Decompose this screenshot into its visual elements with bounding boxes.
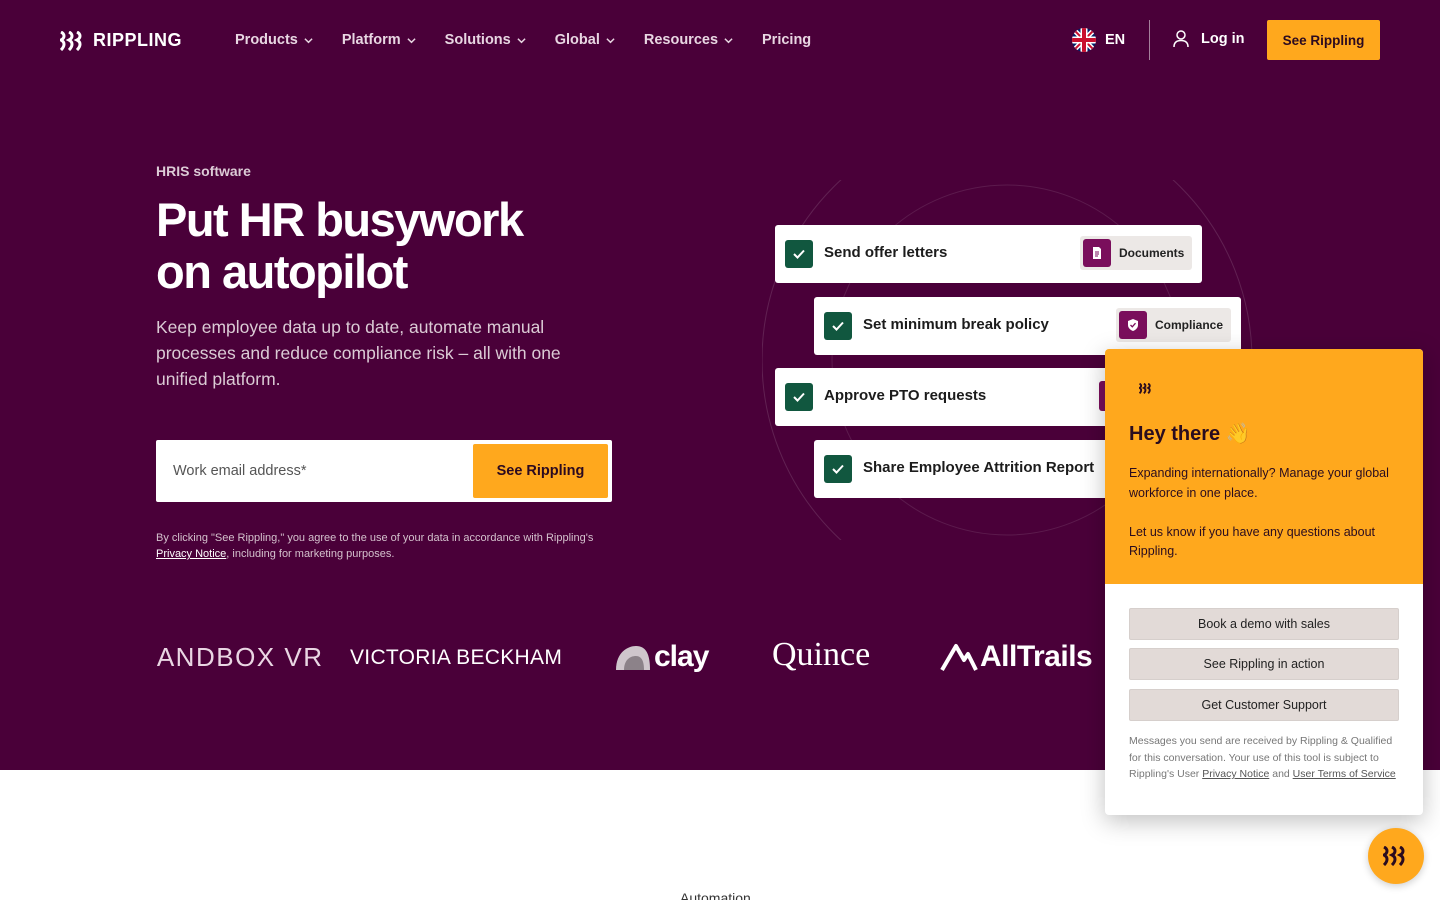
see-rippling-nav-button[interactable]: See Rippling bbox=[1267, 20, 1380, 60]
rippling-mark-icon bbox=[60, 30, 82, 51]
alltrails-wordmark: AllTrails bbox=[980, 640, 1093, 673]
hero-headline: Put HR busywork on autopilot bbox=[156, 194, 616, 298]
chat-terms-link[interactable]: User Terms of Service bbox=[1293, 768, 1396, 780]
check-icon bbox=[785, 240, 813, 268]
logo-alltrails: AllTrails bbox=[940, 640, 1093, 674]
rippling-mark-icon bbox=[1139, 383, 1151, 394]
see-rippling-in-action-button[interactable]: See Rippling in action bbox=[1129, 648, 1399, 680]
book-demo-button[interactable]: Book a demo with sales bbox=[1129, 608, 1399, 640]
tag-compliance: Compliance bbox=[1116, 308, 1232, 342]
customer-logos: SANDBOX VR VICTORIA BECKHAM clay Quince … bbox=[156, 630, 1116, 690]
legal-disclaimer: By clicking "See Rippling," you agree to… bbox=[156, 530, 596, 562]
chevron-down-icon bbox=[407, 37, 416, 43]
see-rippling-form-button[interactable]: See Rippling bbox=[473, 444, 608, 498]
tag-label: Compliance bbox=[1155, 318, 1224, 332]
chevron-down-icon bbox=[606, 37, 615, 43]
main-nav: Products Platform Solutions Global Resou… bbox=[235, 30, 811, 50]
nav-item-pricing[interactable]: Pricing bbox=[762, 32, 811, 48]
task-label: Send offer letters bbox=[824, 244, 948, 261]
clay-wordmark: clay bbox=[654, 640, 709, 673]
nav-item-label: Resources bbox=[643, 32, 719, 48]
alltrails-mark-icon bbox=[940, 644, 978, 672]
headline-line-2: on autopilot bbox=[156, 245, 408, 298]
chevron-down-icon bbox=[724, 37, 733, 43]
nav-item-solutions[interactable]: Solutions bbox=[445, 32, 526, 48]
chat-header: Hey there 👋 Expanding internationally? M… bbox=[1105, 349, 1423, 584]
language-selector[interactable]: EN bbox=[1072, 28, 1125, 52]
clay-mark-icon bbox=[616, 646, 650, 670]
chevron-down-icon bbox=[517, 37, 526, 43]
task-label: Approve PTO requests bbox=[824, 387, 987, 404]
uk-flag-icon bbox=[1072, 28, 1096, 52]
nav-item-products[interactable]: Products bbox=[235, 32, 313, 48]
chat-footer-and: and bbox=[1269, 768, 1293, 780]
task-card-break-policy: Set minimum break policy Compliance bbox=[814, 297, 1241, 355]
nav-item-global[interactable]: Global bbox=[555, 32, 615, 48]
next-section-label: Automation bbox=[680, 890, 751, 900]
task-label: Set minimum break policy bbox=[863, 316, 1049, 333]
check-icon bbox=[824, 312, 852, 340]
tag-label: Documents bbox=[1119, 246, 1185, 260]
headline-line-1: Put HR busywork bbox=[156, 193, 524, 246]
check-icon bbox=[824, 455, 852, 483]
rippling-logo[interactable]: RIPPLING bbox=[60, 30, 182, 51]
logo-quince: Quince bbox=[772, 636, 871, 673]
hero-subhead: Keep employee data up to date, automate … bbox=[156, 317, 561, 389]
nav-item-label: Global bbox=[554, 32, 600, 48]
logo-text: RIPPLING bbox=[93, 30, 183, 50]
chat-message-2: Let us know if you have any questions ab… bbox=[1129, 524, 1375, 559]
chevron-down-icon bbox=[304, 37, 313, 43]
nav-item-label: Platform bbox=[341, 32, 401, 48]
privacy-notice-link[interactable]: Privacy Notice bbox=[156, 548, 226, 560]
tag-documents: Documents bbox=[1080, 236, 1193, 270]
chat-widget: Hey there 👋 Expanding internationally? M… bbox=[1105, 349, 1423, 815]
chat-message-1: Expanding internationally? Manage your g… bbox=[1129, 466, 1389, 500]
logo-sandbox-vr: SANDBOX VR bbox=[156, 642, 324, 672]
chat-disclaimer: Messages you send are received by Rippli… bbox=[1129, 733, 1401, 783]
logo-clay: clay bbox=[614, 640, 709, 674]
chat-launcher-button[interactable] bbox=[1368, 828, 1424, 884]
nav-item-label: Solutions bbox=[444, 32, 511, 48]
legal-text-after: , including for marketing purposes. bbox=[226, 548, 395, 560]
nav-item-label: Products bbox=[235, 32, 298, 48]
task-label: Share Employee Attrition Report bbox=[863, 459, 1095, 476]
chat-message: Expanding internationally? Manage your g… bbox=[1129, 464, 1391, 562]
login-link[interactable]: Log in bbox=[1173, 30, 1245, 48]
shield-icon bbox=[1119, 311, 1147, 339]
nav-item-label: Pricing bbox=[762, 32, 812, 48]
language-label: EN bbox=[1105, 32, 1126, 48]
document-icon bbox=[1083, 239, 1111, 267]
rippling-mark-icon bbox=[1383, 846, 1405, 866]
legal-text-before: By clicking "See Rippling," you agree to… bbox=[156, 532, 594, 544]
check-icon bbox=[785, 383, 813, 411]
signup-form: See Rippling bbox=[156, 440, 612, 502]
user-icon bbox=[1173, 30, 1189, 48]
chat-privacy-notice-link[interactable]: Privacy Notice bbox=[1202, 768, 1269, 780]
login-label: Log in bbox=[1201, 31, 1245, 47]
chat-greeting: Hey there 👋 bbox=[1129, 423, 1251, 445]
customer-support-button[interactable]: Get Customer Support bbox=[1129, 689, 1399, 721]
nav-divider bbox=[1149, 20, 1150, 60]
hero-eyebrow: HRIS software bbox=[156, 163, 251, 179]
work-email-input[interactable] bbox=[156, 440, 472, 502]
nav-item-resources[interactable]: Resources bbox=[644, 32, 733, 48]
logo-victoria-beckham: VICTORIA BECKHAM bbox=[350, 646, 563, 669]
task-card-offer-letters: Send offer letters Documents bbox=[775, 225, 1202, 283]
nav-item-platform[interactable]: Platform bbox=[342, 32, 416, 48]
